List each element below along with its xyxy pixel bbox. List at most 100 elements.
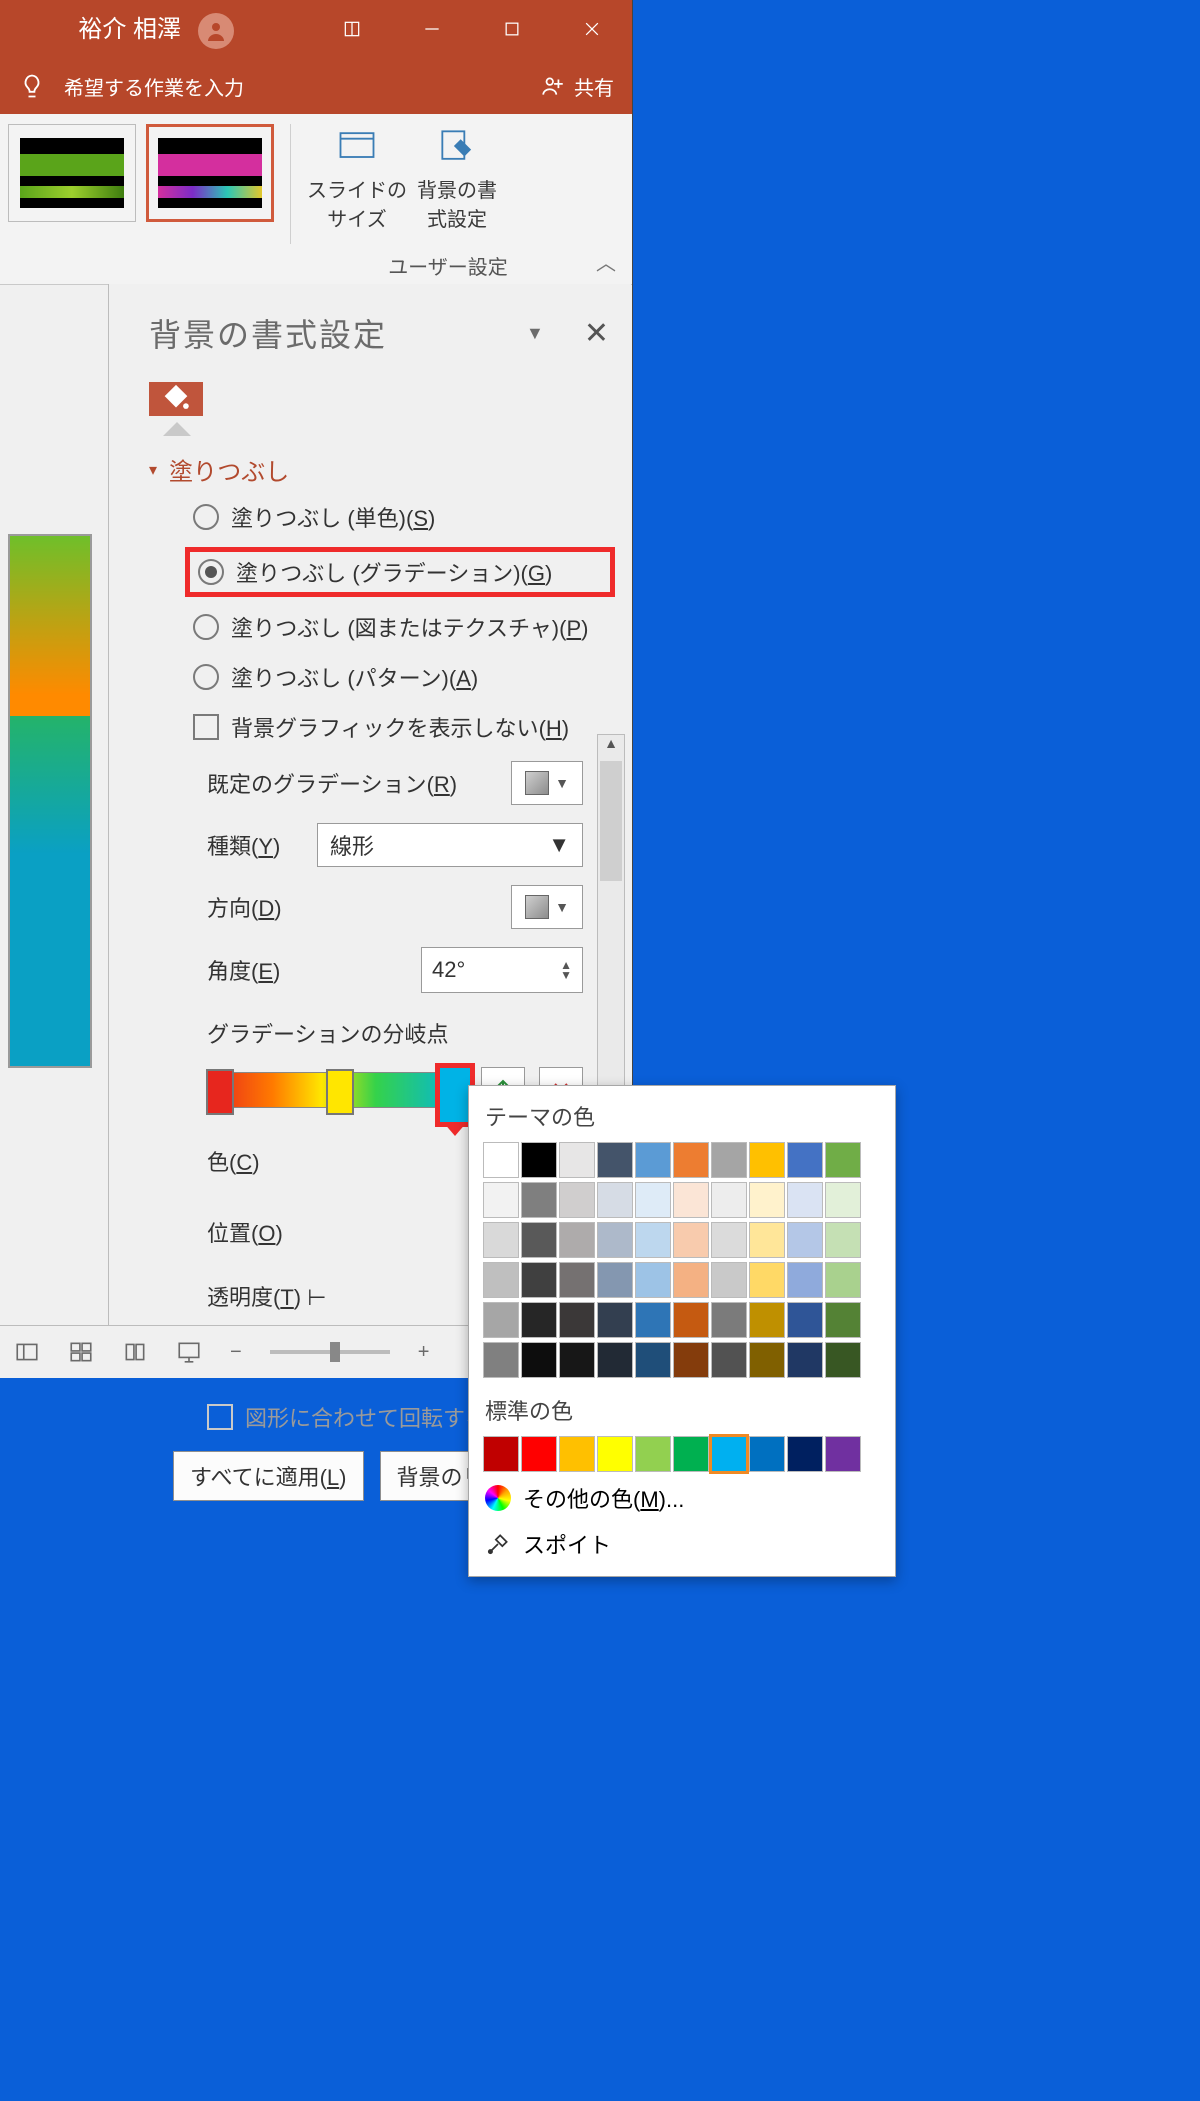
collapse-ribbon-icon[interactable]: ︿ <box>596 247 616 276</box>
slideshow-view-icon[interactable] <box>176 1339 202 1365</box>
theme-color-swatch[interactable] <box>825 1142 861 1178</box>
theme-color-swatch[interactable] <box>787 1142 823 1178</box>
theme-color-swatch[interactable] <box>635 1222 671 1258</box>
theme-color-swatch[interactable] <box>787 1262 823 1298</box>
angle-spinner[interactable]: 42° ▲▼ <box>421 947 583 993</box>
fill-gradient-radio[interactable]: 塗りつぶし (グラデーション)(G) <box>185 547 615 597</box>
theme-color-swatch[interactable] <box>711 1222 747 1258</box>
theme-color-swatch[interactable] <box>597 1142 633 1178</box>
close-window-button[interactable] <box>552 0 632 58</box>
theme-color-swatch[interactable] <box>749 1182 785 1218</box>
theme-color-swatch[interactable] <box>483 1182 519 1218</box>
theme-color-swatch[interactable] <box>635 1142 671 1178</box>
theme-color-swatch[interactable] <box>559 1222 595 1258</box>
tell-me-text[interactable]: 希望する作業を入力 <box>64 72 244 101</box>
fill-tab-icon[interactable] <box>149 382 203 416</box>
theme-color-swatch[interactable] <box>787 1222 823 1258</box>
theme-color-swatch[interactable] <box>521 1302 557 1338</box>
gradient-type-select[interactable]: 線形▼ <box>317 823 583 867</box>
slide-sorter-view-icon[interactable] <box>68 1339 94 1365</box>
standard-color-swatch[interactable] <box>673 1436 709 1472</box>
theme-color-swatch[interactable] <box>825 1342 861 1378</box>
theme-color-swatch[interactable] <box>749 1142 785 1178</box>
standard-color-swatch[interactable] <box>521 1436 557 1472</box>
standard-color-swatch[interactable] <box>749 1436 785 1472</box>
pane-close-button[interactable]: ✕ <box>584 316 609 351</box>
theme-color-swatch[interactable] <box>673 1182 709 1218</box>
zoom-in-button[interactable]: + <box>418 1341 430 1364</box>
theme-color-swatch[interactable] <box>635 1182 671 1218</box>
theme-color-swatch[interactable] <box>673 1342 709 1378</box>
theme-color-swatch[interactable] <box>749 1262 785 1298</box>
theme-color-swatch[interactable] <box>483 1262 519 1298</box>
theme-color-swatch[interactable] <box>597 1262 633 1298</box>
normal-view-icon[interactable] <box>14 1339 40 1365</box>
eyedropper-link[interactable]: スポイト <box>483 1518 881 1564</box>
theme-color-swatch[interactable] <box>559 1142 595 1178</box>
share-button[interactable]: 共有 <box>540 72 614 101</box>
slide-size-button[interactable]: スライドの サイズ <box>307 124 407 232</box>
theme-color-swatch[interactable] <box>597 1302 633 1338</box>
theme-color-swatch[interactable] <box>673 1222 709 1258</box>
theme-color-swatch[interactable] <box>825 1222 861 1258</box>
theme-color-swatch[interactable] <box>483 1222 519 1258</box>
variant-2-selected[interactable] <box>146 124 274 222</box>
theme-color-swatch[interactable] <box>483 1342 519 1378</box>
standard-color-swatch[interactable] <box>711 1436 747 1472</box>
theme-color-swatch[interactable] <box>521 1182 557 1218</box>
theme-color-swatch[interactable] <box>711 1302 747 1338</box>
slide-thumbnail[interactable] <box>0 518 100 1088</box>
user-avatar-icon[interactable] <box>198 13 234 49</box>
theme-color-swatch[interactable] <box>597 1342 633 1378</box>
gradient-direction-picker[interactable]: ▼ <box>511 885 583 929</box>
theme-color-swatch[interactable] <box>711 1342 747 1378</box>
pane-options-dropdown[interactable]: ▼ <box>526 323 544 344</box>
reading-view-icon[interactable] <box>122 1339 148 1365</box>
theme-color-swatch[interactable] <box>635 1302 671 1338</box>
theme-color-swatch[interactable] <box>711 1142 747 1178</box>
theme-color-swatch[interactable] <box>787 1302 823 1338</box>
fill-picture-radio[interactable]: 塗りつぶし (図またはテクスチャ)(P) <box>193 611 607 643</box>
theme-color-swatch[interactable] <box>825 1182 861 1218</box>
theme-color-swatch[interactable] <box>521 1262 557 1298</box>
theme-color-swatch[interactable] <box>825 1302 861 1338</box>
theme-color-swatch[interactable] <box>749 1342 785 1378</box>
theme-color-swatch[interactable] <box>559 1342 595 1378</box>
standard-color-swatch[interactable] <box>787 1436 823 1472</box>
theme-color-swatch[interactable] <box>559 1302 595 1338</box>
theme-color-swatch[interactable] <box>673 1262 709 1298</box>
gradient-stop-2[interactable] <box>326 1069 354 1115</box>
theme-color-swatch[interactable] <box>711 1182 747 1218</box>
standard-color-swatch[interactable] <box>483 1436 519 1472</box>
theme-color-swatch[interactable] <box>673 1142 709 1178</box>
format-background-button[interactable]: 背景の書 式設定 <box>407 124 507 232</box>
fill-pattern-radio[interactable]: 塗りつぶし (パターン)(A) <box>193 661 607 693</box>
theme-color-swatch[interactable] <box>711 1262 747 1298</box>
theme-color-swatch[interactable] <box>597 1182 633 1218</box>
theme-color-swatch[interactable] <box>559 1262 595 1298</box>
theme-color-swatch[interactable] <box>521 1342 557 1378</box>
theme-color-swatch[interactable] <box>521 1142 557 1178</box>
preset-gradient-picker[interactable]: ▼ <box>511 761 583 805</box>
theme-color-swatch[interactable] <box>635 1342 671 1378</box>
theme-color-swatch[interactable] <box>559 1182 595 1218</box>
maximize-button[interactable] <box>472 0 552 58</box>
standard-color-swatch[interactable] <box>597 1436 633 1472</box>
zoom-slider[interactable] <box>270 1350 390 1354</box>
gradient-stops-track[interactable] <box>207 1072 467 1108</box>
theme-color-swatch[interactable] <box>597 1222 633 1258</box>
minimize-button[interactable] <box>392 0 472 58</box>
theme-color-swatch[interactable] <box>787 1342 823 1378</box>
standard-color-swatch[interactable] <box>825 1436 861 1472</box>
zoom-out-button[interactable]: − <box>230 1341 242 1364</box>
variants-gallery[interactable] <box>0 124 274 222</box>
apply-to-all-button[interactable]: すべてに適用(L) <box>173 1451 364 1501</box>
ribbon-display-options-button[interactable] <box>312 0 392 58</box>
theme-color-swatch[interactable] <box>483 1142 519 1178</box>
standard-color-swatch[interactable] <box>559 1436 595 1472</box>
theme-color-swatch[interactable] <box>521 1222 557 1258</box>
theme-color-swatch[interactable] <box>749 1222 785 1258</box>
hide-bg-graphics-checkbox[interactable]: 背景グラフィックを表示しない(H) <box>193 711 607 743</box>
gradient-stop-1[interactable] <box>206 1069 234 1115</box>
account-name[interactable]: 裕介 相澤 <box>0 9 312 49</box>
